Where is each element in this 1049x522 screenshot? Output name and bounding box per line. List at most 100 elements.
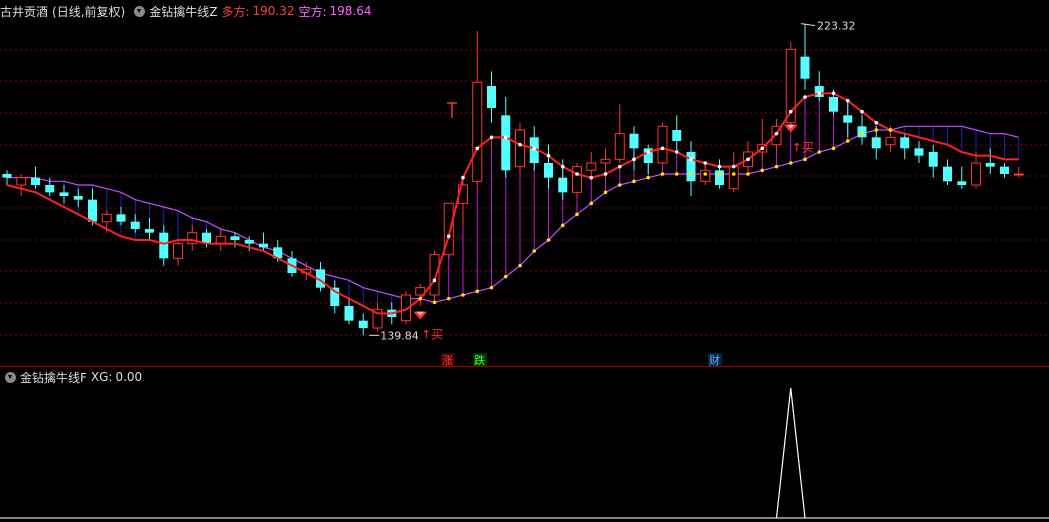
candle-body [672,130,682,141]
long-dot [860,109,864,114]
candle-body [31,177,40,185]
candle [643,144,653,174]
long-dot [560,164,565,169]
candle [116,207,126,226]
tag-zhang: 涨 [441,353,455,367]
candle-body [130,221,140,229]
candle-body [187,232,198,245]
candle [914,141,924,163]
candle-body [501,115,511,171]
short-dot [575,212,579,217]
candle [31,166,40,189]
candle-body [16,177,27,186]
candle-body [244,240,254,244]
candle [358,313,368,336]
long-dot [689,157,693,162]
long-dot [660,146,665,151]
long-dot [674,150,679,154]
long-dot [617,164,622,169]
candle [957,166,967,189]
sub-indicator-settings-icon[interactable] [5,371,16,383]
candle-body [1013,173,1024,176]
indicator-name[interactable]: 金钻擒牛线Z [149,3,217,20]
long-dot [632,157,636,162]
long-label: 多方: [221,4,250,19]
short-dot [617,183,622,187]
candles [2,23,1024,336]
short-value: 198.64 [329,4,372,18]
candle [215,229,226,251]
long-dot [503,135,508,140]
candle [900,133,910,160]
candle-body [101,213,112,223]
short-dot [674,172,679,176]
short-dot [760,168,765,173]
candle [372,302,383,332]
long-line [6,92,1019,315]
short-dot [874,128,879,132]
long-dot [646,150,651,154]
candle-body [943,166,952,182]
short-dot [774,164,779,169]
candle [629,126,639,171]
short-dot [446,296,451,301]
short-dot [646,175,651,180]
candle [130,214,140,233]
candle [943,159,952,185]
long-dot [788,109,793,114]
stock-name: 古井贡酒 [0,4,49,19]
long-dot [703,161,708,165]
candle [159,225,169,266]
candle [73,188,83,207]
high-arrow [800,23,816,27]
short-dot [888,128,893,132]
low-price-label: 139.84 [380,329,419,342]
xg-line [775,387,806,519]
long-dot [575,172,579,176]
candle [814,71,824,101]
signal-dots [418,91,893,305]
short-dot [845,139,850,143]
candle-body [614,133,625,160]
xg-label: XG: [90,370,113,384]
short-dot [589,201,594,206]
candle-body [843,115,853,123]
sub-indicator-name[interactable]: 金钻擒牛线F [20,369,87,386]
candle-body [586,162,597,171]
short-dot [703,172,708,176]
candle [173,240,183,266]
candle-body [600,158,611,164]
candle [843,100,853,138]
short-dot [689,172,693,176]
short-dot [518,263,522,268]
candle [757,119,768,160]
long-dot [432,278,437,283]
candle-body [728,166,739,190]
short-dot [503,274,508,279]
period-label: (日线,前复权) [52,4,126,19]
price-chart[interactable]: 223.32139.84 ↑买↑买涨跌财 [0,0,1049,522]
long-dot [831,91,836,96]
buy-signal-label: ↑买 [792,141,814,155]
candle-body [544,163,553,178]
candle [928,144,938,178]
candle-body [829,97,838,112]
candle-body [59,192,69,196]
candle-body [358,320,368,328]
candle [487,71,496,123]
candle-body [928,152,938,167]
candle [544,144,553,189]
short-dot [418,296,423,301]
long-dot [589,175,594,180]
candle [686,141,696,196]
long-dot [874,120,879,125]
candle-body [73,196,83,200]
high-price-label: 223.32 [817,20,856,33]
long-dot [717,164,722,169]
candle-body [572,166,582,193]
candle-body [145,229,154,233]
candle [857,115,867,145]
short-dot [475,289,480,294]
candle [458,177,468,226]
indicator-settings-icon[interactable] [134,5,146,17]
